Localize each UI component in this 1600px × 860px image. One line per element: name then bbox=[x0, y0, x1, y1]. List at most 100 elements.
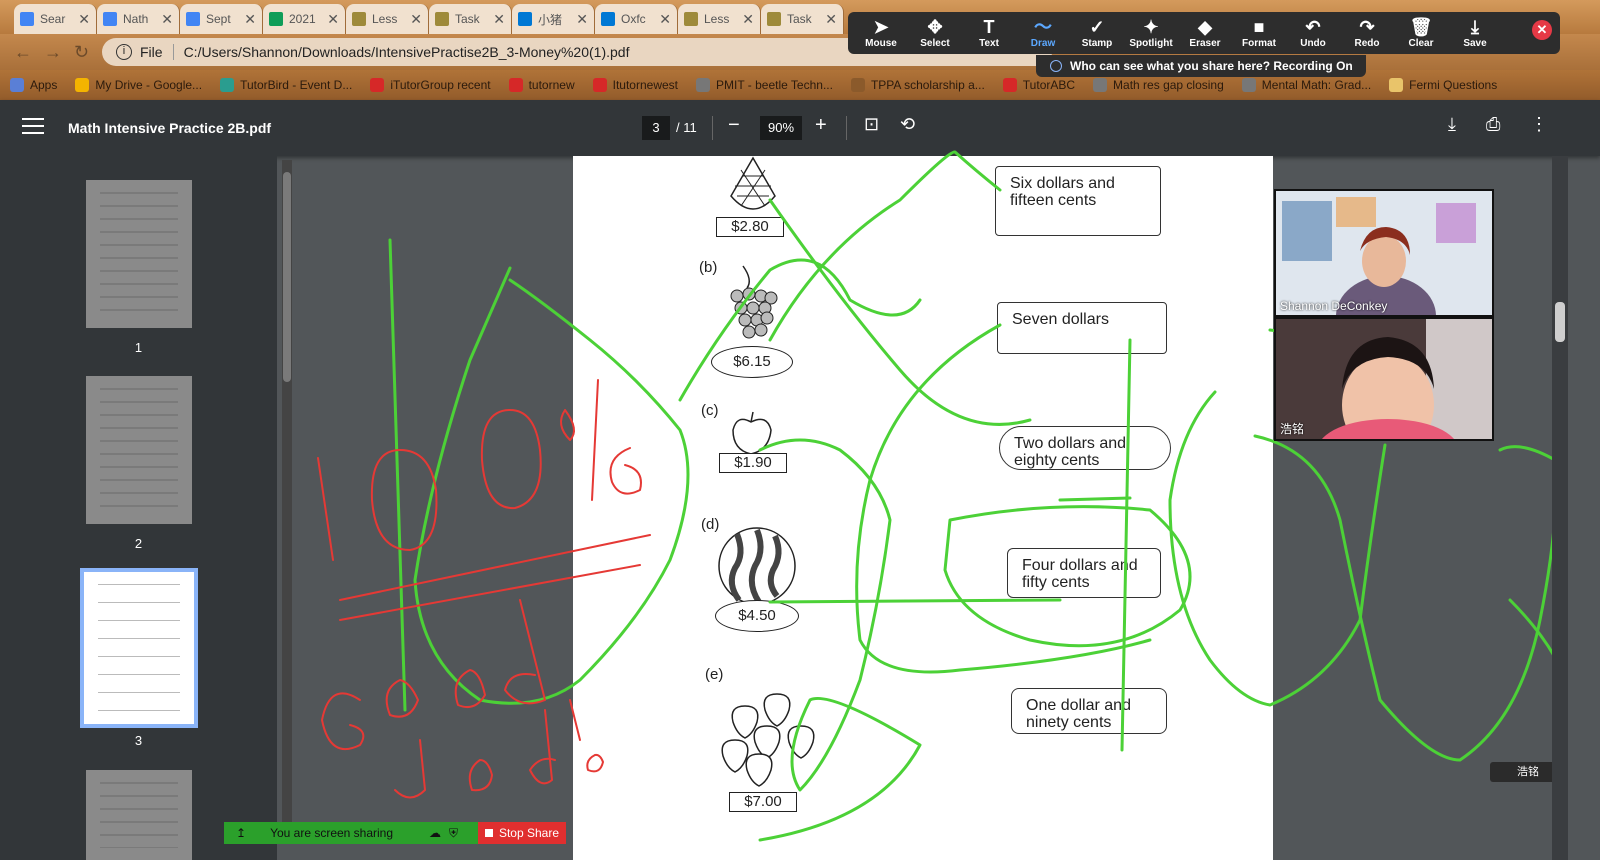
browser-tab[interactable]: Task ✕ bbox=[761, 4, 844, 34]
close-tab-icon[interactable]: ✕ bbox=[410, 11, 422, 28]
google-docs-icon bbox=[186, 12, 200, 26]
zoom-in-button[interactable]: + bbox=[815, 114, 827, 137]
browser-tab[interactable]: Sear ✕ bbox=[14, 4, 97, 34]
page-thumbnail-2[interactable] bbox=[86, 376, 192, 524]
eraser-icon: ◆ bbox=[1198, 17, 1212, 37]
page-number-input[interactable]: 3 bbox=[642, 116, 670, 140]
close-tab-icon[interactable]: ✕ bbox=[78, 11, 90, 28]
google-sheets-icon bbox=[269, 12, 283, 26]
mouse-tool-button[interactable]: ➤ Mouse bbox=[851, 16, 911, 49]
spotlight-tool-button[interactable]: ✦ Spotlight bbox=[1121, 16, 1181, 49]
doc-icon bbox=[767, 12, 781, 26]
video-tile-host[interactable]: Shannon DeConkey bbox=[1274, 189, 1494, 317]
url-prefix: File bbox=[140, 44, 174, 60]
share-up-arrow-icon: ↥ bbox=[236, 826, 247, 840]
download-icon[interactable]: ⤓ bbox=[1448, 114, 1456, 135]
more-options-icon[interactable]: ⋮ bbox=[1530, 114, 1548, 135]
text-tool-button[interactable]: T Text bbox=[959, 16, 1019, 49]
format-tool-button[interactable]: ■ Format bbox=[1229, 16, 1289, 49]
bookmark-item[interactable]: PMIT - beetle Techn... bbox=[696, 78, 833, 92]
bookmark-icon bbox=[508, 78, 523, 92]
select-tool-button[interactable]: ✥ Select bbox=[905, 16, 965, 49]
bookmark-label: iTutorGroup recent bbox=[390, 78, 491, 92]
word-card: Six dollars and fifteen cents bbox=[995, 166, 1161, 236]
save-icon: ⤓ bbox=[1471, 17, 1479, 37]
red-stroke bbox=[504, 599, 546, 705]
browser-tab[interactable]: Less ✕ bbox=[346, 4, 429, 34]
bookmark-item[interactable]: TPPA scholarship a... bbox=[850, 78, 985, 92]
red-stroke bbox=[321, 692, 365, 750]
word-card: Four dollars and fifty cents bbox=[1007, 548, 1161, 598]
pdf-page: $2.80 (b) $6.15 (c) $1.90 (d) $4.50 (e) bbox=[573, 156, 1273, 860]
browser-tab[interactable]: 2021 ✕ bbox=[263, 4, 346, 34]
rotate-icon[interactable]: ⟲ bbox=[900, 114, 915, 135]
close-tab-icon[interactable]: ✕ bbox=[327, 11, 339, 28]
document-title: Math Intensive Practice 2B.pdf bbox=[68, 120, 272, 136]
bookmark-item[interactable]: Mental Math: Grad... bbox=[1241, 78, 1371, 92]
page-thumbnail-1[interactable] bbox=[86, 180, 192, 328]
bookmark-item[interactable]: TutorABC bbox=[1002, 78, 1075, 92]
bookmark-item[interactable]: Itutornewest bbox=[592, 78, 678, 92]
bookmark-item[interactable]: Math res gap closing bbox=[1093, 78, 1224, 92]
bookmark-icon bbox=[1002, 78, 1017, 92]
eraser-tool-button[interactable]: ◆ Eraser bbox=[1175, 16, 1235, 49]
reload-icon[interactable]: ↻ bbox=[74, 42, 89, 63]
bookmark-item[interactable]: TutorBird - Event D... bbox=[220, 78, 352, 92]
close-tab-icon[interactable]: ✕ bbox=[659, 11, 671, 28]
fit-page-icon[interactable]: ⊡ bbox=[864, 114, 879, 135]
redo-tool-button[interactable]: ↷ Redo bbox=[1337, 16, 1397, 49]
bookmark-icon bbox=[370, 78, 385, 92]
close-tab-icon[interactable]: ✕ bbox=[825, 11, 837, 28]
undo-tool-button[interactable]: ↶ Undo bbox=[1283, 16, 1343, 49]
save-tool-button[interactable]: ⤓ Save bbox=[1445, 16, 1505, 49]
page-thumbnail-3[interactable] bbox=[80, 568, 198, 728]
draw-tool-button[interactable]: 〜 Draw bbox=[1013, 16, 1073, 49]
close-tab-icon[interactable]: ✕ bbox=[493, 11, 505, 28]
bookmark-label: TutorBird - Event D... bbox=[240, 78, 353, 92]
tool-label: Select bbox=[920, 38, 950, 49]
bookmark-item[interactable]: My Drive - Google... bbox=[75, 78, 202, 92]
stop-share-label: Stop Share bbox=[498, 826, 560, 840]
red-stroke bbox=[394, 739, 426, 799]
tab-label: Nath bbox=[123, 12, 149, 26]
tool-label: Draw bbox=[1030, 38, 1056, 49]
close-tab-icon[interactable]: ✕ bbox=[161, 11, 173, 28]
undo-icon: ↶ bbox=[1305, 17, 1321, 37]
close-tab-icon[interactable]: ✕ bbox=[244, 11, 256, 28]
close-tab-icon[interactable]: ✕ bbox=[742, 11, 754, 28]
browser-tab[interactable]: Nath ✕ bbox=[97, 4, 180, 34]
stamp-tool-button[interactable]: ✓ Stamp bbox=[1067, 16, 1127, 49]
stop-share-button[interactable]: Stop Share bbox=[478, 822, 566, 844]
thumbnail-number: 2 bbox=[134, 536, 143, 551]
bookmark-item[interactable]: Apps bbox=[10, 78, 57, 92]
tool-label: Save bbox=[1463, 38, 1487, 49]
bookmark-item[interactable]: tutornew bbox=[508, 78, 575, 92]
bookmark-item[interactable]: iTutorGroup recent bbox=[370, 78, 491, 92]
close-annotation-icon[interactable]: ✕ bbox=[1532, 20, 1552, 40]
back-arrow-icon[interactable]: ← bbox=[14, 42, 32, 63]
red-stroke bbox=[317, 457, 334, 561]
tool-label: Stamp bbox=[1081, 38, 1113, 49]
page-total: / 11 bbox=[676, 120, 697, 135]
page-thumbnail-4[interactable] bbox=[86, 770, 192, 860]
zoom-out-button[interactable]: − bbox=[728, 114, 740, 137]
close-tab-icon[interactable]: ✕ bbox=[576, 11, 588, 28]
zoom-level-input[interactable]: 90% bbox=[760, 116, 802, 140]
bookmark-item[interactable]: Fermi Questions bbox=[1389, 78, 1497, 92]
browser-tab[interactable]: Less ✕ bbox=[678, 4, 761, 34]
browser-tab[interactable]: Oxfc ✕ bbox=[595, 4, 678, 34]
browser-tab[interactable]: 小猪 ✕ bbox=[512, 4, 595, 34]
browser-tab[interactable]: Sept ✕ bbox=[180, 4, 263, 34]
video-tile-student[interactable]: 浩铭 bbox=[1274, 317, 1494, 441]
info-icon[interactable]: i bbox=[116, 44, 132, 60]
browser-tab[interactable]: Task ✕ bbox=[429, 4, 512, 34]
screen-share-bar: ↥ You are screen sharing ☁ ⛨ bbox=[224, 822, 478, 844]
sidebar-scrollbar[interactable] bbox=[282, 160, 292, 840]
print-icon[interactable]: ⎙ bbox=[1486, 114, 1500, 135]
menu-icon[interactable] bbox=[22, 118, 44, 136]
forward-arrow-icon[interactable]: → bbox=[44, 42, 62, 63]
tab-label: Less bbox=[704, 12, 730, 26]
page-scrollbar[interactable] bbox=[1552, 156, 1568, 860]
tab-label: Oxfc bbox=[621, 12, 646, 26]
clear-tool-button[interactable]: 🗑 Clear bbox=[1391, 16, 1451, 49]
